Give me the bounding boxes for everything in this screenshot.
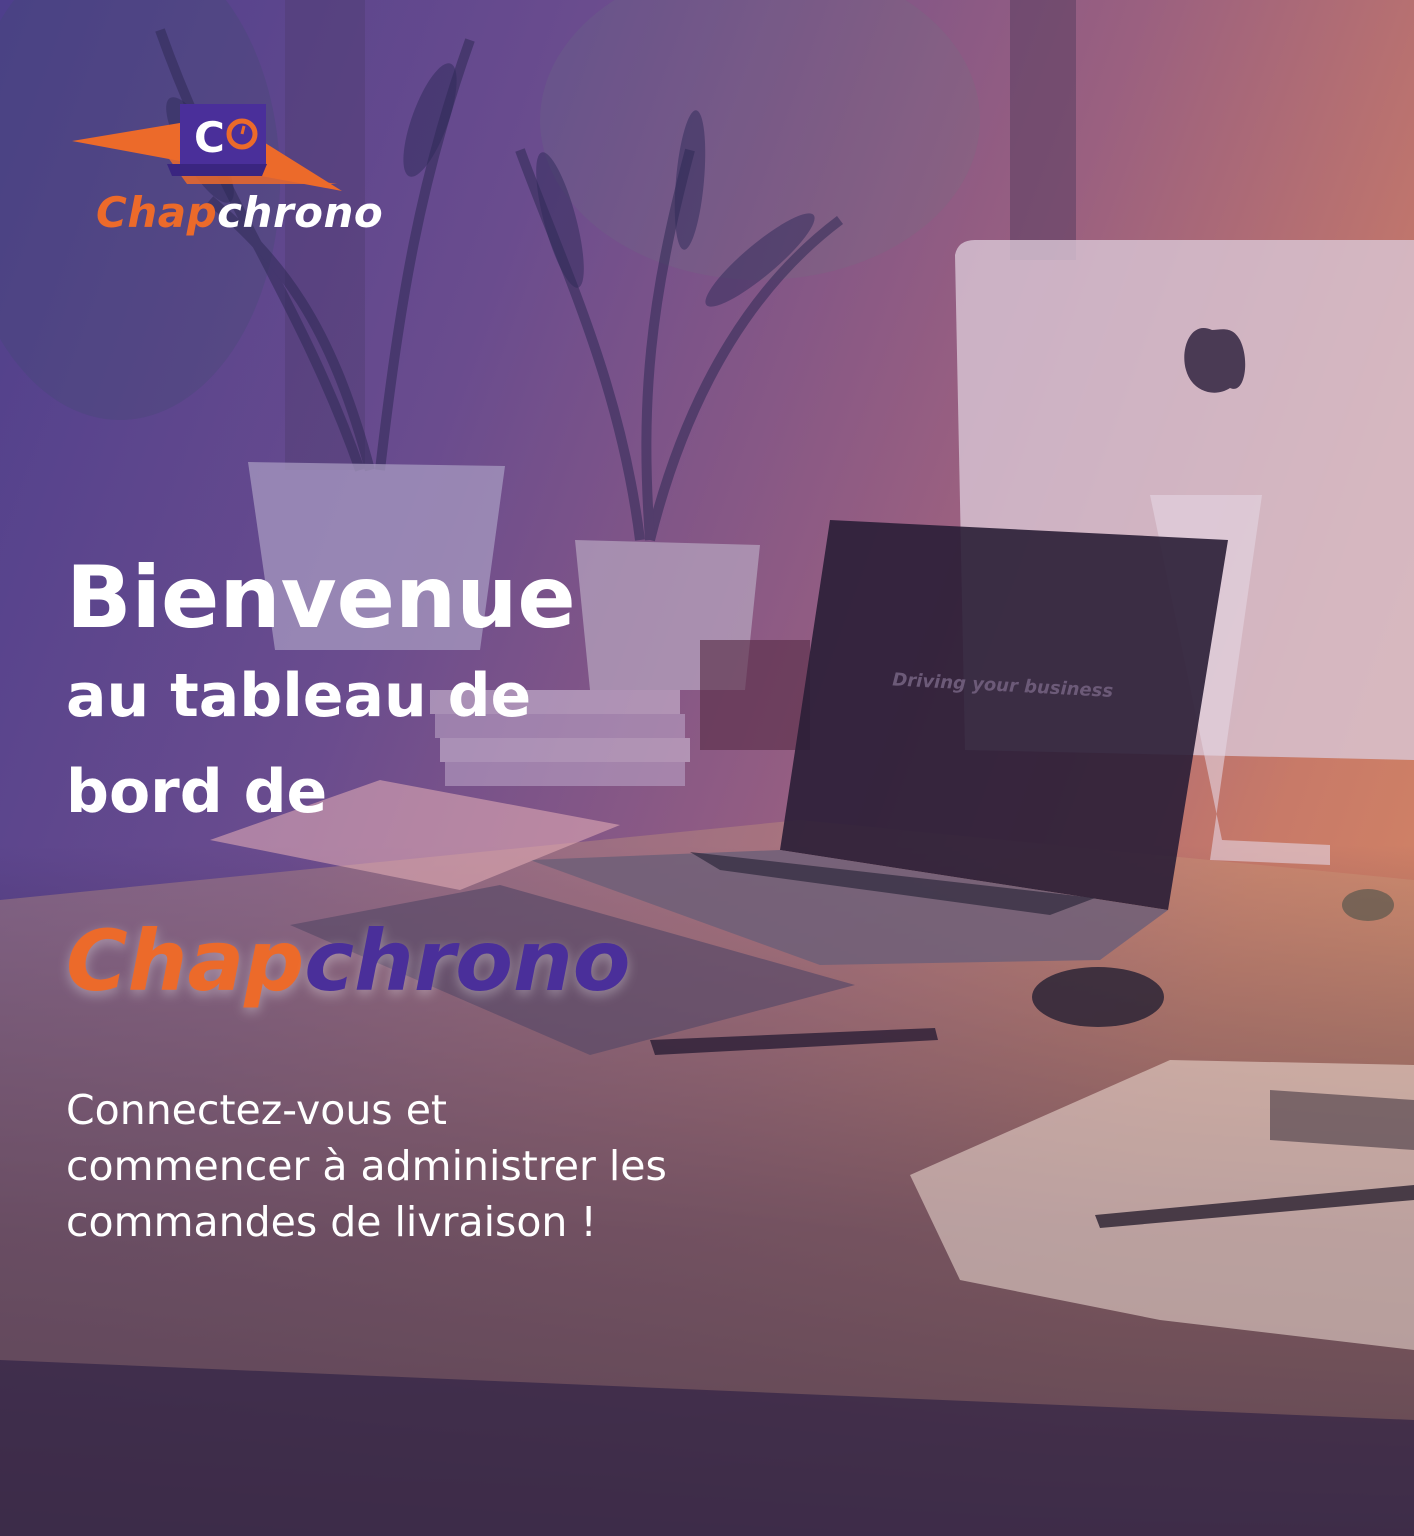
title-line-3: bord de <box>66 757 328 827</box>
title-line-1: Bienvenue <box>66 548 576 648</box>
welcome-hero: Driving your business C Chapchrono Bienv… <box>0 0 1414 1536</box>
chapchrono-logo[interactable]: C Chapchrono <box>72 96 412 246</box>
logo-word-part1: Chap <box>96 188 218 237</box>
brand-name: Chapchrono <box>66 912 631 1010</box>
subtitle-line-2: commencer à administrer les <box>66 1142 667 1190</box>
logo-wordmark: Chapchrono <box>96 188 383 237</box>
brand-name-part2: chrono <box>304 912 631 1010</box>
subtitle-line-3: commandes de livraison ! <box>66 1198 597 1246</box>
logo-word-part2: chrono <box>217 188 384 237</box>
welcome-subtitle: Connectez-vous et commencer à administre… <box>66 1082 786 1250</box>
welcome-title: Bienvenue au tableau de bord de <box>66 548 706 840</box>
title-line-2: au tableau de <box>66 661 532 731</box>
subtitle-line-1: Connectez-vous et <box>66 1086 447 1134</box>
brand-name-part1: Chap <box>66 912 305 1010</box>
logo-mark-letter: C <box>194 113 225 162</box>
